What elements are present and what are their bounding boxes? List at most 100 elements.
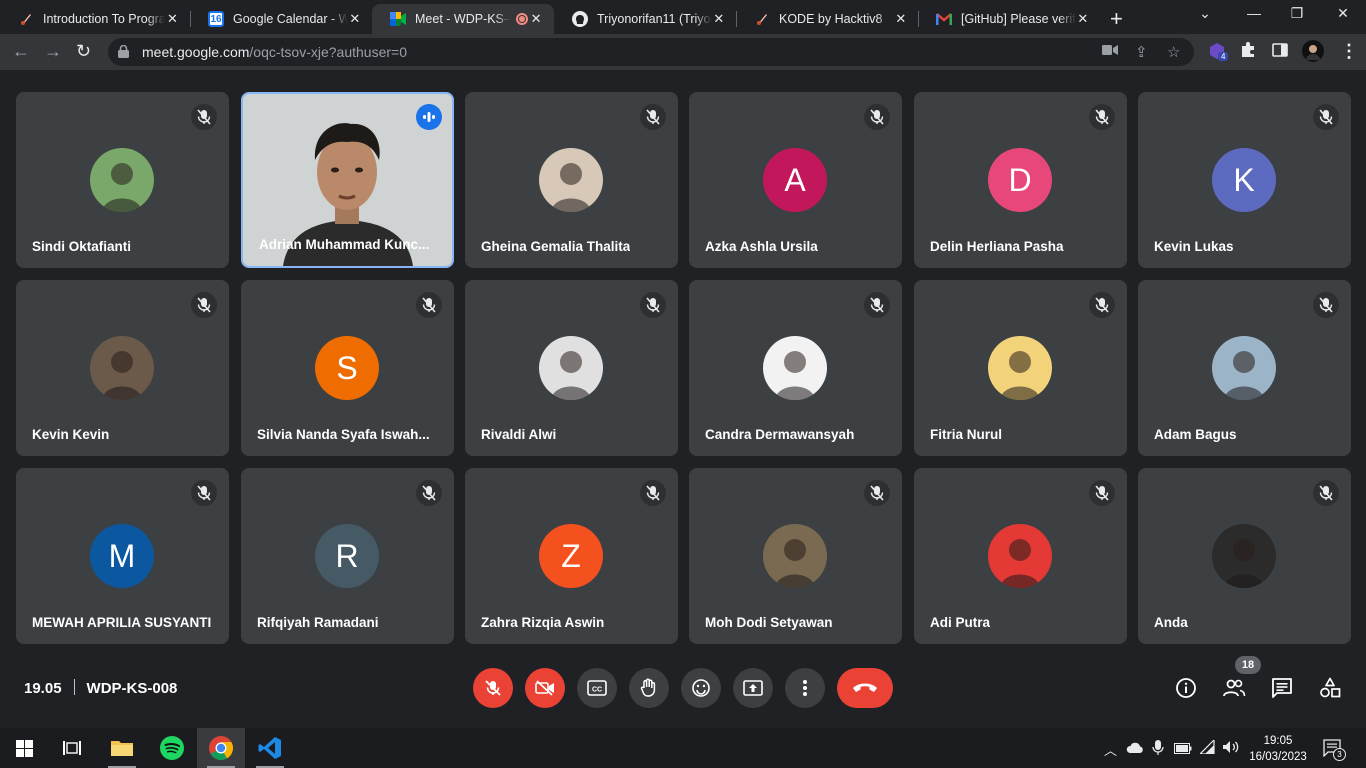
- tab-label: Triyonorifan11 (Triyon: [597, 12, 712, 26]
- tab-label: Google Calendar - We: [233, 12, 348, 26]
- participant-tile[interactable]: M MEWAH APRILIA SUSYANTI: [16, 468, 229, 644]
- participant-name: Kevin Kevin: [32, 427, 110, 442]
- participant-tile[interactable]: A Azka Ashla Ursila: [689, 92, 902, 268]
- close-icon[interactable]: ✕: [165, 11, 180, 27]
- mic-off-icon: [485, 680, 501, 696]
- participant-name: Silvia Nanda Syafa Iswah...: [257, 427, 430, 442]
- browser-tab-calendar[interactable]: 16 Google Calendar - We ✕: [190, 4, 372, 34]
- browser-tab-introduction[interactable]: Introduction To Progra ✕: [0, 4, 190, 34]
- present-screen-button[interactable]: [733, 668, 773, 708]
- avatar-initial: D: [988, 148, 1052, 212]
- chrome-button[interactable]: [197, 728, 245, 768]
- forward-icon[interactable]: →: [44, 41, 62, 62]
- browser-tab-github[interactable]: Triyonorifan11 (Triyon ✕: [554, 4, 736, 34]
- back-icon[interactable]: ←: [12, 41, 30, 62]
- browser-tab-kode[interactable]: KODE by Hacktiv8 ✕: [736, 4, 918, 34]
- battery-icon[interactable]: [1174, 742, 1192, 757]
- avatar-initial: R: [315, 524, 379, 588]
- file-explorer-button[interactable]: [98, 728, 146, 768]
- participant-tile[interactable]: S Silvia Nanda Syafa Iswah...: [241, 280, 454, 456]
- close-icon[interactable]: ✕: [712, 11, 726, 27]
- puzzle-icon[interactable]: [1240, 42, 1256, 63]
- side-panel-icon[interactable]: [1272, 42, 1288, 63]
- mic-off-icon: [191, 104, 217, 130]
- tab-search-icon[interactable]: ⌄: [1195, 5, 1215, 22]
- activities-button[interactable]: [1318, 676, 1342, 700]
- participant-tile[interactable]: K Kevin Lukas: [1138, 92, 1351, 268]
- cloud-icon[interactable]: [1126, 741, 1144, 757]
- captions-icon: CC: [587, 680, 607, 696]
- menu-icon[interactable]: ⋮: [1340, 41, 1358, 62]
- participant-tile[interactable]: Kevin Kevin: [16, 280, 229, 456]
- close-window-button[interactable]: ✕: [1333, 5, 1353, 22]
- raise-hand-button[interactable]: [629, 668, 669, 708]
- extension-icon[interactable]: 4: [1208, 42, 1229, 65]
- participant-tile[interactable]: Moh Dodi Setyawan: [689, 468, 902, 644]
- microphone-icon[interactable]: [1152, 740, 1164, 759]
- participant-name: Kevin Lukas: [1154, 239, 1234, 254]
- participant-tile[interactable]: Adrian Muhammad Kunc...: [241, 92, 454, 268]
- mic-off-icon: [416, 480, 442, 506]
- participant-tile[interactable]: Gheina Gemalia Thalita: [465, 92, 678, 268]
- camera-toggle-button[interactable]: [525, 668, 565, 708]
- avatar-photo: [539, 336, 603, 400]
- close-icon[interactable]: ✕: [528, 11, 544, 27]
- participant-tile[interactable]: Fitria Nurul: [914, 280, 1127, 456]
- camera-icon[interactable]: [1102, 43, 1118, 60]
- mic-off-icon: [864, 292, 890, 318]
- participant-tile[interactable]: Anda: [1138, 468, 1351, 644]
- show-hidden-icons-button[interactable]: ︿: [1104, 740, 1117, 759]
- windows-start-button[interactable]: [0, 728, 48, 768]
- mic-off-icon: [640, 104, 666, 130]
- close-icon[interactable]: ✕: [348, 11, 362, 27]
- reactions-button[interactable]: [681, 668, 721, 708]
- people-button[interactable]: [1222, 676, 1246, 700]
- profile-avatar[interactable]: [1302, 40, 1324, 67]
- people-icon: [1223, 679, 1246, 697]
- participant-tile[interactable]: Z Zahra Rizqia Aswin: [465, 468, 678, 644]
- wifi-icon[interactable]: [1198, 738, 1216, 757]
- participant-tile[interactable]: Candra Dermawansyah: [689, 280, 902, 456]
- more-options-button[interactable]: [785, 668, 825, 708]
- participant-tile[interactable]: D Delin Herliana Pasha: [914, 92, 1127, 268]
- info-icon: [1176, 678, 1196, 698]
- mic-off-icon: [191, 480, 217, 506]
- bookmark-star-icon[interactable]: ☆: [1167, 43, 1180, 61]
- meeting-details-button[interactable]: [1174, 676, 1198, 700]
- participant-name: Rivaldi Alwi: [481, 427, 557, 442]
- svg-text:CC: CC: [592, 687, 602, 694]
- restore-button[interactable]: ❐: [1287, 5, 1307, 22]
- participant-name: Candra Dermawansyah: [705, 427, 855, 442]
- lock-icon: [118, 45, 129, 58]
- spotify-button[interactable]: [148, 728, 196, 768]
- chat-button[interactable]: [1270, 676, 1294, 700]
- reload-icon[interactable]: ↻: [76, 41, 91, 62]
- participant-tile[interactable]: Sindi Oktafianti: [16, 92, 229, 268]
- github-icon: [572, 11, 588, 27]
- participant-tile[interactable]: Rivaldi Alwi: [465, 280, 678, 456]
- browser-tab-gmail[interactable]: [GitHub] Please verify ✕: [918, 4, 1100, 34]
- task-view-button[interactable]: [48, 728, 96, 768]
- participant-tile[interactable]: Adi Putra: [914, 468, 1127, 644]
- captions-button[interactable]: CC: [577, 668, 617, 708]
- participant-tile[interactable]: R Rifqiyah Ramadani: [241, 468, 454, 644]
- participant-tile[interactable]: Adam Bagus: [1138, 280, 1351, 456]
- emoji-icon: [692, 679, 710, 697]
- volume-icon[interactable]: [1222, 740, 1240, 757]
- minimize-button[interactable]: —: [1244, 5, 1264, 21]
- address-bar[interactable]: meet.google.com/oqc-tsov-xje?authuser=0 …: [108, 38, 1194, 66]
- participant-name: Rifqiyah Ramadani: [257, 615, 379, 630]
- new-tab-button[interactable]: +: [1110, 6, 1123, 32]
- share-icon[interactable]: ⇪: [1135, 43, 1148, 61]
- notifications-icon[interactable]: 3: [1323, 739, 1346, 761]
- leave-call-button[interactable]: [837, 668, 893, 708]
- chrome-icon: [209, 736, 234, 761]
- vscode-button[interactable]: [246, 728, 294, 768]
- taskbar-clock[interactable]: 19:05 16/03/2023: [1248, 733, 1308, 765]
- avatar-photo: [90, 148, 154, 212]
- microphone-toggle-button[interactable]: [473, 668, 513, 708]
- tab-label: Meet - WDP-KS-0: [415, 12, 511, 26]
- close-icon[interactable]: ✕: [1076, 11, 1090, 27]
- close-icon[interactable]: ✕: [894, 11, 908, 27]
- browser-tab-meet[interactable]: Meet - WDP-KS-0 ✕: [372, 4, 554, 34]
